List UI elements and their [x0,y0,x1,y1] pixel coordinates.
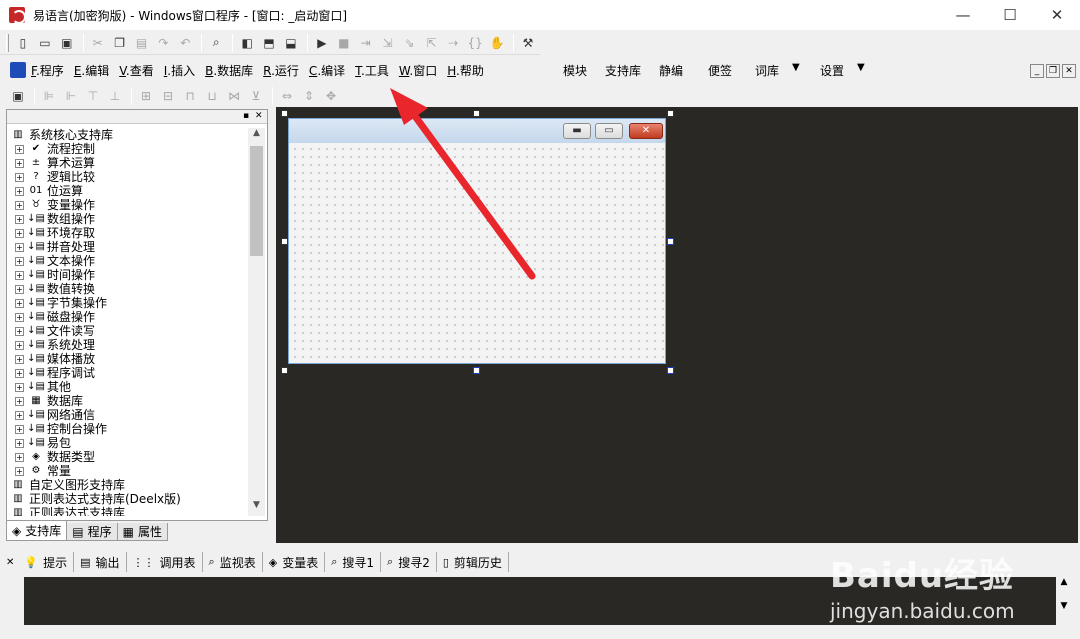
tab-label: 剪辑历史 [453,555,502,570]
tab-label: 输出 [95,555,120,570]
output-icon: ▤ [80,555,91,569]
watch-icon: ⌕ [208,555,215,568]
tab-call-stack[interactable]: ⋮⋮ 调用表 [127,552,203,572]
hint-icon: 💡 [24,555,39,569]
arrow-shaft [408,108,536,280]
baidu-watermark: Baidu经验 jingyan.baidu.com [830,548,1015,623]
tab-label: 提示 [43,555,68,570]
watermark-main: Baidu经验 [830,556,1015,596]
tab-watch[interactable]: ⌕ 监视表 [203,552,263,572]
output-scrollbar[interactable]: ▲ ▼ [1056,577,1072,625]
tab-output[interactable]: ▤ 输出 [74,552,127,572]
clip-history-icon: ▯ [442,555,449,569]
annotation-arrow [390,88,536,280]
tab-label: 搜寻2 [398,555,430,570]
watermark-sub: jingyan.baidu.com [830,599,1015,623]
search2-icon: ⌕ [387,555,394,568]
scroll-down-icon[interactable]: ▼ [1056,601,1072,611]
tab-label: 调用表 [159,555,196,570]
scroll-up-icon[interactable]: ▲ [1056,577,1072,587]
call-stack-icon: ⋮⋮ [132,555,155,569]
arrow-head [390,88,428,125]
output-panel-close-icon[interactable]: ✕ [6,557,14,568]
tab-search1[interactable]: ⌕ 搜寻1 [325,552,382,572]
tab-clip-history[interactable]: ▯ 剪辑历史 [437,552,509,572]
tab-variables[interactable]: ◈ 变量表 [263,552,326,572]
search1-icon: ⌕ [331,555,338,568]
tab-label: 搜寻1 [342,555,375,570]
tab-label: 变量表 [282,555,319,570]
variables-icon: ◈ [268,555,278,569]
tab-label: 监视表 [219,555,256,570]
tab-search2[interactable]: ⌕ 搜寻2 [381,552,437,572]
tab-hints[interactable]: 💡 提示 [18,552,75,572]
